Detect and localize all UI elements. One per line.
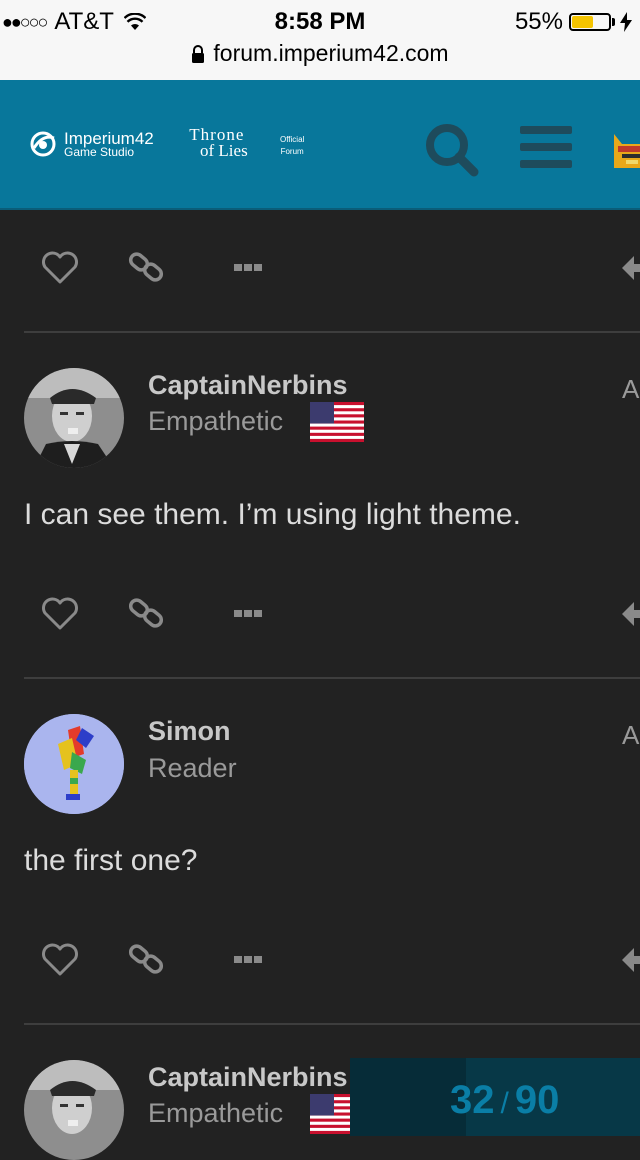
more-options-icon[interactable] — [232, 596, 272, 632]
post-user-title: Empathetic — [148, 406, 284, 436]
reply-arrow-icon[interactable] — [620, 250, 640, 286]
avatar[interactable] — [24, 714, 124, 814]
throne-of-lies-logo[interactable]: Throne of Lies — [186, 126, 248, 160]
progress-fill — [350, 1058, 466, 1136]
pixel-figure-avatar-icon — [24, 714, 124, 814]
official-forum-label: Official Forum — [280, 134, 304, 158]
share-link-icon[interactable] — [128, 942, 168, 978]
post-body: the first one? — [24, 844, 198, 877]
brand-studio-sub: Game Studio — [64, 144, 135, 159]
us-flag-icon — [310, 402, 364, 442]
more-options-icon[interactable] — [232, 942, 272, 978]
post-divider — [24, 331, 640, 333]
post-username[interactable]: CaptainNerbins — [148, 370, 348, 401]
progress-total: 90 — [514, 1078, 560, 1122]
url-text: forum.imperium42.com — [213, 40, 449, 66]
like-heart-icon[interactable] — [40, 250, 80, 286]
user-avatar-icon[interactable] — [612, 128, 640, 172]
progress-current: 32 — [450, 1078, 495, 1122]
post-actions — [0, 928, 640, 988]
hamburger-menu-icon[interactable] — [520, 124, 572, 170]
site-header: Imperium42 Game Studio Throne of Lies Of… — [0, 80, 640, 210]
topic-progress-indicator[interactable]: 32/90 — [350, 1058, 640, 1136]
more-options-icon[interactable] — [232, 250, 272, 286]
post-username[interactable]: Simon — [148, 716, 231, 747]
search-icon[interactable] — [422, 120, 482, 180]
share-link-icon[interactable] — [128, 596, 168, 632]
post-user-title: Reader — [148, 753, 237, 783]
post-date[interactable]: A — [622, 374, 639, 405]
post-actions — [0, 236, 640, 296]
lock-icon — [192, 44, 205, 63]
battery-indicator: 55% — [515, 8, 632, 36]
charging-icon — [620, 12, 632, 32]
avatar[interactable] — [24, 1060, 124, 1160]
post-actions — [0, 582, 640, 642]
post-username[interactable]: CaptainNerbins — [148, 1062, 348, 1093]
official-label: Official — [280, 135, 305, 144]
progress-counter: 32/90 — [450, 1078, 559, 1123]
ios-status-bar: ●●○○○ AT&T 8:58 PM 55% forum.imperium42.… — [0, 0, 640, 80]
post-body: I can see them. I’m using light theme. — [24, 498, 521, 531]
old-man-photo-icon — [24, 368, 124, 468]
forum-label: Forum — [280, 147, 304, 156]
post-user-title: Empathetic — [148, 1098, 284, 1128]
share-link-icon[interactable] — [128, 250, 168, 286]
imperium42-swirl-icon — [30, 131, 56, 157]
address-bar[interactable]: forum.imperium42.com — [0, 40, 640, 67]
battery-percent: 55% — [514, 8, 563, 35]
imperium42-logo[interactable]: Imperium42 Game Studio — [24, 130, 154, 158]
like-heart-icon[interactable] — [40, 942, 80, 978]
post-date[interactable]: A — [622, 720, 639, 751]
progress-separator: / — [500, 1087, 509, 1120]
post-divider — [24, 1023, 640, 1025]
reply-arrow-icon[interactable] — [620, 942, 640, 978]
post-divider — [24, 677, 640, 679]
old-man-photo-icon — [24, 1060, 124, 1160]
like-heart-icon[interactable] — [40, 596, 80, 632]
brand-game-line2: of Lies — [200, 141, 248, 160]
avatar[interactable] — [24, 368, 124, 468]
battery-icon — [569, 13, 611, 31]
reply-arrow-icon[interactable] — [620, 596, 640, 632]
